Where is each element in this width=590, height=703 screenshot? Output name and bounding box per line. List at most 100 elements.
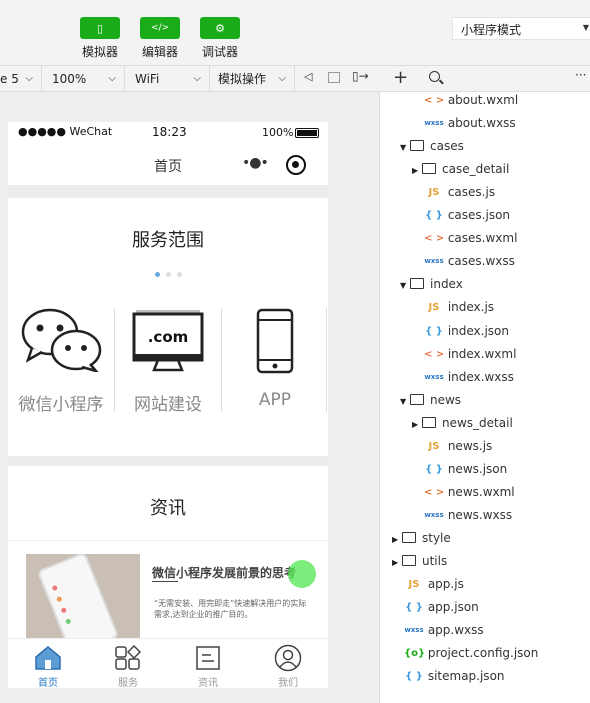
mode-select[interactable]: 小程序模式 ▼	[452, 17, 590, 40]
file-tree-item[interactable]: wxss news.wxss	[424, 504, 512, 527]
editor-toggle-button[interactable]: </>	[140, 17, 180, 39]
file-tree-item[interactable]: < > cases.wxml	[424, 227, 517, 250]
file-tree-item[interactable]: JS index.js	[424, 296, 495, 319]
phone-nav-bar: 首页 •●•	[8, 144, 328, 186]
wxss-file-icon: wxss	[424, 372, 444, 381]
chevron-down-icon: ⌵	[108, 73, 116, 84]
collapsed-arrow-icon[interactable]: ▶	[392, 551, 402, 574]
file-tree-item[interactable]: ▼ index	[400, 273, 463, 296]
file-name: style	[422, 530, 451, 545]
file-tree-item[interactable]: ▶ case_detail	[412, 158, 509, 181]
debugger-toggle-button[interactable]: ⚙	[200, 17, 240, 39]
user-icon	[274, 644, 302, 672]
close-capsule-icon[interactable]	[286, 155, 306, 175]
simulate-operation-select[interactable]: 模拟操作 ⌵	[210, 66, 295, 92]
file-name: cases.wxss	[447, 254, 515, 269]
news-headline[interactable]: 微信小程序发展前景的思考	[152, 564, 296, 581]
service-label: 微信小程序	[18, 395, 104, 415]
device-select[interactable]: e 5 ⌵	[0, 66, 42, 92]
tab-label: 资讯	[198, 678, 218, 688]
more-options-icon[interactable]: ···	[575, 68, 586, 82]
file-name: news.wxss	[447, 507, 513, 522]
volume-icon[interactable]: ◁	[304, 70, 312, 83]
file-tree-item[interactable]: ▶ style	[392, 527, 451, 550]
file-tree-item[interactable]: ▶ utils	[392, 550, 447, 573]
folder-icon	[422, 163, 436, 175]
add-file-icon[interactable]: +	[393, 67, 408, 89]
simulator-toggle-button[interactable]: ▯	[80, 17, 120, 39]
file-tree-item[interactable]: wxss app.wxss	[404, 619, 483, 642]
file-name: index.wxss	[447, 369, 514, 384]
tab-news[interactable]: 资讯	[168, 639, 248, 688]
service-label: APP	[258, 390, 292, 410]
expanded-arrow-icon[interactable]: ▼	[400, 274, 410, 297]
more-menu-icon[interactable]: •●•	[242, 155, 269, 171]
carousel-dot-active[interactable]	[155, 272, 160, 277]
file-tree-item[interactable]: < > about.wxml	[424, 92, 518, 112]
js-file-icon: JS	[428, 302, 440, 314]
collapsed-arrow-icon[interactable]: ▶	[412, 159, 422, 182]
tab-label: 服务	[118, 678, 138, 688]
wxml-file-icon: < >	[424, 486, 445, 498]
battery-icon	[295, 128, 319, 138]
file-name: news.json	[447, 461, 508, 476]
carousel-dot[interactable]	[177, 272, 182, 277]
home-icon	[35, 646, 61, 670]
js-file-icon: JS	[408, 579, 420, 591]
file-name: news.js	[447, 438, 493, 453]
file-name: news_detail	[442, 415, 513, 430]
tab-about[interactable]: 我们	[248, 639, 328, 688]
file-tree-item[interactable]: wxss cases.wxss	[424, 250, 515, 273]
file-tree-item[interactable]: { } cases.json	[424, 204, 510, 227]
file-tree-item[interactable]: < > index.wxml	[424, 343, 516, 366]
config-file-icon: {o}	[404, 648, 426, 660]
file-name: news.wxml	[447, 484, 515, 499]
network-select[interactable]: WiFi ⌵	[125, 66, 210, 92]
phone-status-bar: ●●●●● WeChat 18:23 100%	[8, 122, 328, 144]
file-tree-item[interactable]: ▼ cases	[400, 135, 464, 158]
collapsed-arrow-icon[interactable]: ▶	[412, 413, 422, 436]
service-item-app[interactable]: APP	[222, 308, 328, 412]
file-tree-item[interactable]: JS news.js	[424, 435, 493, 458]
expanded-arrow-icon[interactable]: ▼	[400, 136, 410, 159]
folder-icon	[410, 393, 424, 405]
json-file-icon: { }	[405, 602, 423, 614]
phone-icon: ▯	[96, 21, 104, 35]
file-tree-item[interactable]: { } index.json	[424, 320, 509, 343]
file-tree-item[interactable]: {o} project.config.json	[404, 642, 538, 665]
file-tree-item[interactable]: < > news.wxml	[424, 481, 515, 504]
editor-label: 编辑器	[141, 45, 178, 59]
folder-icon	[402, 531, 416, 543]
divider	[326, 308, 327, 412]
news-thumbnail-image[interactable]	[26, 554, 140, 640]
service-label: 网站建设	[134, 395, 202, 415]
rotate-icon[interactable]	[328, 72, 340, 83]
file-name: index.js	[447, 300, 495, 315]
file-tree-item[interactable]: { } news.json	[424, 458, 507, 481]
file-tree-item[interactable]: JS cases.js	[424, 181, 496, 204]
zoom-select[interactable]: 100% ⌵	[42, 66, 125, 92]
file-tree-item[interactable]: { } sitemap.json	[404, 665, 504, 688]
file-tree-item[interactable]: ▶ news_detail	[412, 412, 513, 435]
carousel-dot[interactable]	[166, 272, 171, 277]
file-tree-item[interactable]: { } app.json	[404, 596, 479, 619]
debugger-label: 调试器	[201, 45, 238, 59]
file-tree-item[interactable]: wxss index.wxss	[424, 366, 514, 389]
detach-window-icon[interactable]: ▯→	[352, 69, 369, 83]
news-summary: “无需安装、用完即走”快速解决用户的实际需求,达到企业的推广目的。	[154, 599, 307, 619]
wxss-file-icon: wxss	[424, 510, 444, 519]
page-title: 首页	[154, 159, 182, 175]
file-tree-item[interactable]: wxss about.wxss	[424, 112, 515, 135]
service-item-miniprogram[interactable]: 微信小程序	[8, 308, 114, 415]
collapsed-arrow-icon[interactable]: ▶	[392, 528, 402, 551]
file-name: case_detail	[442, 162, 510, 177]
document-icon	[196, 646, 220, 670]
tab-services[interactable]: 服务	[88, 639, 168, 688]
file-tree-item[interactable]: ▼ news	[400, 389, 461, 412]
service-item-website[interactable]: .com 网站建设	[115, 308, 221, 415]
smartphone-icon	[256, 308, 294, 374]
floating-action-button[interactable]	[288, 560, 316, 588]
expanded-arrow-icon[interactable]: ▼	[400, 390, 410, 413]
tab-home[interactable]: 首页	[8, 639, 88, 688]
file-tree-item[interactable]: JS app.js	[404, 573, 464, 596]
